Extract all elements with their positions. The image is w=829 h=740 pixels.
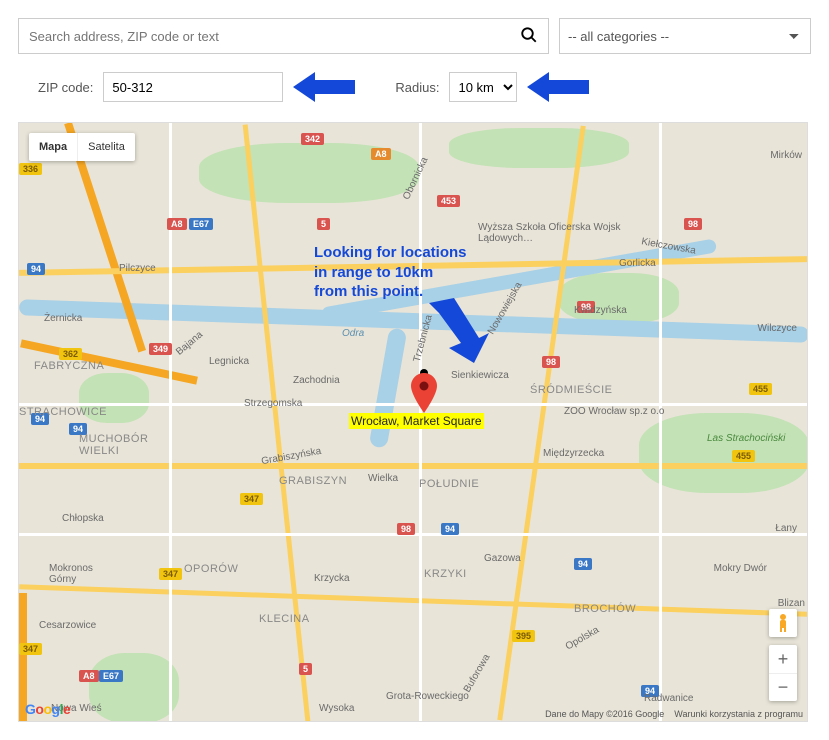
- road-shield: E67: [99, 670, 123, 682]
- pegman-icon[interactable]: [769, 609, 797, 637]
- google-logo: Google: [25, 701, 70, 717]
- place-label: Mirków: [770, 150, 802, 161]
- search-input[interactable]: [29, 29, 520, 44]
- place-label: Legnicka: [209, 356, 249, 367]
- place-label: Wysoka: [319, 703, 354, 714]
- place-label: Gorlicka: [619, 258, 656, 269]
- place-label: Łany: [775, 523, 797, 534]
- map-type-satellite-button[interactable]: Satelita: [77, 133, 135, 161]
- road-shield: 94: [574, 558, 592, 570]
- place-label: Żernicka: [44, 313, 82, 324]
- road-shield: 455: [749, 383, 772, 395]
- place-label: BROCHÓW: [574, 603, 636, 615]
- road-shield: 5: [317, 218, 330, 230]
- road-shield: A8: [167, 218, 187, 230]
- place-label: Grota-Roweckiego: [386, 691, 469, 702]
- map-type-control: Mapa Satelita: [29, 133, 135, 161]
- place-label: Międzyrzecka: [543, 448, 604, 459]
- marker-label: Wrocław, Market Square: [349, 413, 484, 429]
- road-shield: E67: [189, 218, 213, 230]
- place-label: MUCHOBÓR WIELKI: [79, 433, 159, 457]
- place-label: ZOO Wrocław sp.z o.o: [564, 406, 664, 417]
- place-label: Sienkiewicza: [451, 370, 509, 381]
- place-label: Strzegomska: [244, 398, 302, 409]
- place-label: Las Strachociński: [707, 433, 797, 444]
- search-icon[interactable]: [520, 26, 538, 47]
- place-label: KLECINA: [259, 613, 310, 625]
- place-label: STRACHOWICE: [19, 406, 107, 418]
- place-label: Buforowa: [462, 652, 493, 694]
- road-shield: 395: [512, 630, 535, 642]
- road-shield: 347: [19, 643, 42, 655]
- road-shield: 94: [27, 263, 45, 275]
- place-label: GRABISZYN: [279, 475, 347, 487]
- place-label: Blizan: [778, 598, 805, 609]
- road-shield: 349: [149, 343, 172, 355]
- category-select[interactable]: -- all categories --: [559, 18, 811, 54]
- radius-select[interactable]: 10 km: [449, 72, 517, 102]
- place-label: Radwanice: [644, 693, 693, 704]
- place-label: Zachodnia: [293, 375, 340, 386]
- place-label: Opolska: [564, 625, 601, 653]
- annotation-line: in range to 10km: [314, 263, 467, 283]
- zoom-in-button[interactable]: +: [769, 645, 797, 673]
- place-label: Wielka: [368, 473, 398, 484]
- place-label: Cesarzowice: [39, 620, 96, 631]
- road-shield: 94: [441, 523, 459, 535]
- place-label: Krzycka: [314, 573, 350, 584]
- road-shield: 98: [397, 523, 415, 535]
- road-shield: 362: [59, 348, 82, 360]
- arrow-left-icon: [527, 72, 589, 102]
- place-label: POŁUDNIE: [419, 478, 479, 490]
- place-label: Gazowa: [484, 553, 521, 564]
- place-label: Pilczyce: [119, 263, 156, 274]
- radius-label: Radius:: [395, 80, 439, 95]
- zip-label: ZIP code:: [38, 80, 93, 95]
- road-shield: 5: [299, 663, 312, 675]
- attribution-terms[interactable]: Warunki korzystania z programu: [674, 709, 803, 719]
- map-attribution: Dane do Mapy ©2016 Google Warunki korzys…: [545, 709, 803, 719]
- place-label: KRZYKI: [424, 568, 467, 580]
- place-label: Odra: [342, 328, 364, 339]
- place-label: Mokry Dwór: [714, 563, 767, 574]
- place-label: Wilczyce: [758, 323, 797, 334]
- place-label: Bajana: [174, 329, 205, 357]
- place-label: ŚRÓDMIEŚCIE: [530, 384, 613, 396]
- zip-input[interactable]: [103, 72, 283, 102]
- annotation-line: Looking for locations: [314, 243, 467, 263]
- arrow-icon: [419, 293, 489, 363]
- road-shield: 98: [542, 356, 560, 368]
- road-shield: 342: [301, 133, 324, 145]
- place-label: OPORÓW: [184, 563, 238, 575]
- road-shield: 336: [19, 163, 42, 175]
- road-shield: 453: [437, 195, 460, 207]
- road-shield: 347: [240, 493, 263, 505]
- map-type-map-button[interactable]: Mapa: [29, 133, 77, 161]
- road-shield: 98: [684, 218, 702, 230]
- map[interactable]: 342 A8 336 A8 E67 5 98 94 453 349 362 98…: [18, 122, 808, 722]
- zoom-controls: + −: [769, 609, 797, 701]
- place-label: Chłopska: [62, 513, 104, 524]
- search-container: [18, 18, 549, 54]
- zoom-out-button[interactable]: −: [769, 673, 797, 701]
- road-shield: A8: [371, 148, 391, 160]
- arrow-left-icon: [293, 72, 355, 102]
- road-shield: 455: [732, 450, 755, 462]
- place-label: FABRYCZNA: [34, 360, 104, 372]
- place-label: Wyższa Szkoła Oficerska Wojsk Lądowych…: [478, 222, 638, 244]
- place-label: Mokronos Górny: [49, 563, 109, 585]
- attribution-data: Dane do Mapy ©2016 Google: [545, 709, 664, 719]
- place-label: Kwidzyńska: [574, 305, 627, 316]
- road-shield: A8: [79, 670, 99, 682]
- map-marker-icon[interactable]: [411, 373, 437, 416]
- road-shield: 347: [159, 568, 182, 580]
